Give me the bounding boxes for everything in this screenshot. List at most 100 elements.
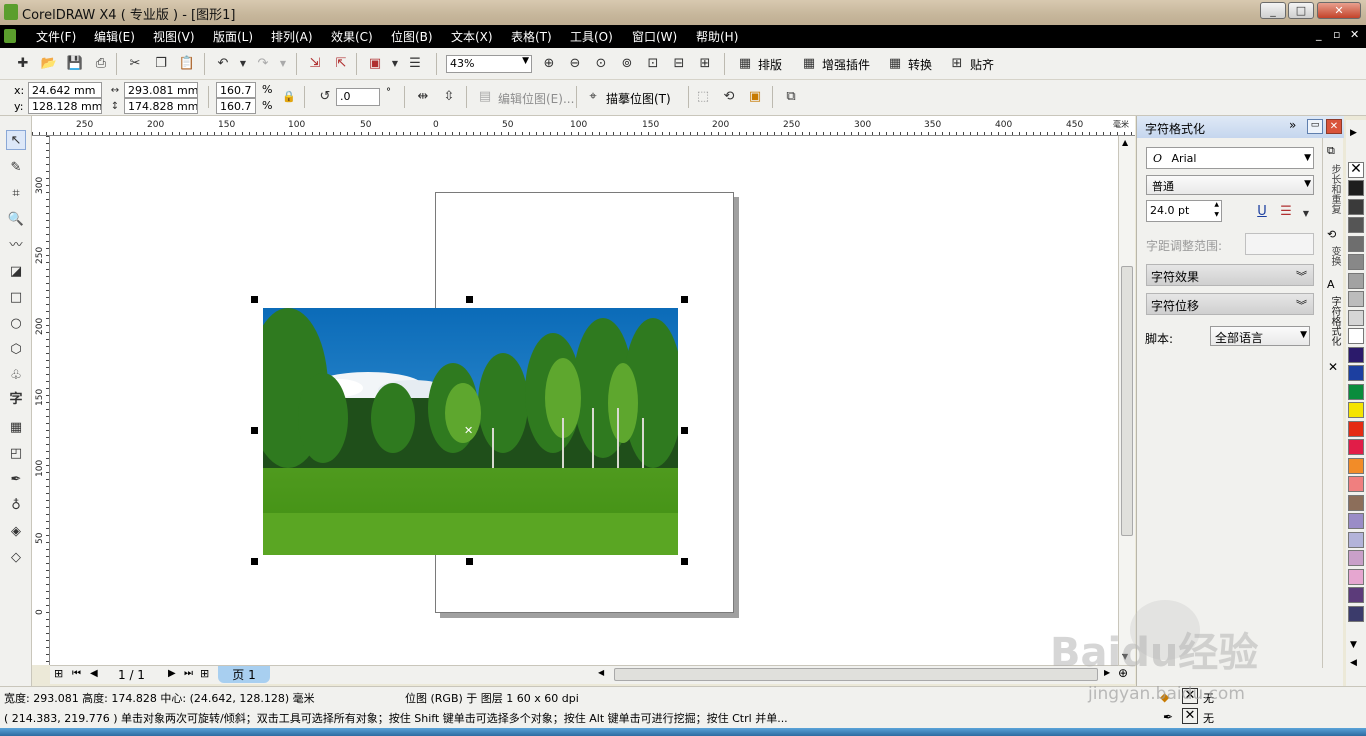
color-swatch[interactable] bbox=[1348, 550, 1364, 566]
rectangle-tool-icon[interactable]: □ bbox=[6, 288, 26, 308]
ellipse-tool-icon[interactable]: ○ bbox=[6, 314, 26, 334]
freehand-tool-icon[interactable]: 〰 bbox=[6, 236, 26, 256]
new-document-icon[interactable]: ✚ bbox=[14, 55, 32, 73]
color-swatch[interactable] bbox=[1348, 365, 1364, 381]
color-swatch[interactable] bbox=[1348, 180, 1364, 196]
color-swatch[interactable] bbox=[1348, 513, 1364, 529]
color-swatch[interactable] bbox=[1348, 328, 1364, 344]
copy-icon[interactable]: ❐ bbox=[152, 55, 170, 73]
first-page-icon[interactable]: ⏮ bbox=[72, 668, 81, 679]
tab-step-and-repeat[interactable]: 步长和重复 bbox=[1327, 164, 1342, 214]
redo-icon[interactable]: ↷ bbox=[254, 55, 272, 73]
menu-view[interactable]: 视图(V) bbox=[153, 28, 195, 45]
table-tool-icon[interactable]: ▦ bbox=[6, 418, 26, 438]
print-icon[interactable]: ⎙ bbox=[92, 55, 110, 73]
page-tab[interactable]: 页 1 bbox=[218, 666, 270, 683]
edit-bitmap-button[interactable]: 编辑位图(E)... bbox=[498, 90, 574, 107]
next-page-icon[interactable]: ▶ bbox=[168, 668, 176, 679]
mirror-vertical-icon[interactable]: ⇳ bbox=[440, 88, 458, 106]
rotation-angle-field[interactable]: .0 bbox=[336, 88, 380, 106]
shape-tool-icon[interactable]: ✎ bbox=[6, 158, 26, 178]
menu-help[interactable]: 帮助(H) bbox=[696, 28, 738, 45]
height-field[interactable]: 174.828 mm bbox=[124, 98, 198, 114]
color-swatch[interactable] bbox=[1348, 235, 1364, 252]
zoom-all-objects-icon[interactable]: ⊚ bbox=[618, 55, 636, 73]
color-swatch[interactable] bbox=[1348, 254, 1364, 270]
convert-button[interactable]: 转换 bbox=[908, 56, 932, 73]
color-swatch[interactable] bbox=[1348, 272, 1364, 289]
fill-tool-icon[interactable]: ◈ bbox=[6, 522, 26, 542]
palette-scroll-up-icon[interactable]: ▶ bbox=[1350, 128, 1357, 138]
zoom-page-icon[interactable]: ⊡ bbox=[644, 55, 662, 73]
add-page-before-icon[interactable]: ⊞ bbox=[54, 667, 63, 680]
selection-handle-bottom[interactable] bbox=[466, 558, 473, 565]
tab-character-formatting[interactable]: 字符格式化 bbox=[1327, 296, 1342, 346]
menu-file[interactable]: 文件(F) bbox=[36, 28, 76, 45]
y-position-field[interactable]: 128.128 mm bbox=[28, 98, 102, 114]
import-icon[interactable]: ⇲ bbox=[306, 55, 324, 73]
strikethrough-icon[interactable]: ☰ bbox=[1277, 203, 1295, 221]
spin-up-icon[interactable]: ▲ bbox=[1214, 201, 1219, 208]
color-swatch[interactable] bbox=[1348, 605, 1364, 622]
zoom-selected-icon[interactable]: ⊙ bbox=[592, 55, 610, 73]
font-style-combobox[interactable]: 普通 ▼ bbox=[1146, 175, 1314, 195]
scale-x-field[interactable]: 160.7 bbox=[216, 82, 256, 98]
maximize-button[interactable]: □ bbox=[1288, 2, 1314, 19]
menu-arrange[interactable]: 排列(A) bbox=[271, 28, 313, 45]
character-effects-panel[interactable]: 字符效果 ︾ bbox=[1146, 264, 1314, 286]
zoom-tool-icon[interactable]: 🔍 bbox=[6, 210, 26, 230]
selection-handle-top-right[interactable] bbox=[681, 296, 688, 303]
selection-handle-top[interactable] bbox=[466, 296, 473, 303]
color-swatch[interactable] bbox=[1348, 383, 1364, 400]
welcome-screen-icon[interactable]: ☰ bbox=[406, 55, 424, 73]
polygon-tool-icon[interactable]: ⬡ bbox=[6, 340, 26, 360]
menu-window[interactable]: 窗口(W) bbox=[632, 28, 677, 45]
text-tool-icon[interactable]: 字 bbox=[6, 390, 26, 410]
snap-button[interactable]: 贴齐 bbox=[970, 56, 994, 73]
scroll-left-icon[interactable]: ◀ bbox=[598, 668, 604, 677]
menu-tools[interactable]: 工具(O) bbox=[570, 28, 613, 45]
undo-icon[interactable]: ↶ bbox=[214, 55, 232, 73]
application-launcher-icon[interactable]: ▣ bbox=[366, 55, 384, 73]
menu-bitmaps[interactable]: 位图(B) bbox=[391, 28, 433, 45]
close-button[interactable]: ✕ bbox=[1317, 2, 1361, 19]
horizontal-scroll-thumb[interactable] bbox=[614, 668, 1098, 681]
close-tab-icon[interactable]: ✕ bbox=[1328, 360, 1338, 374]
no-color-swatch[interactable]: ✕ bbox=[1348, 162, 1364, 178]
palette-scroll-down-icon[interactable]: ▼ bbox=[1350, 640, 1357, 650]
selection-handle-left[interactable] bbox=[251, 427, 258, 434]
spin-down-icon[interactable]: ▼ bbox=[1214, 211, 1219, 218]
crop-tool-icon[interactable]: ⌗ bbox=[6, 184, 26, 204]
menu-edit[interactable]: 编辑(E) bbox=[94, 28, 135, 45]
last-page-icon[interactable]: ⏭ bbox=[184, 668, 193, 679]
script-combobox[interactable]: 全部语言 ▼ bbox=[1210, 326, 1310, 346]
vertical-ruler[interactable]: 300 250 200 150 100 50 0 bbox=[32, 136, 50, 665]
font-name-combobox[interactable]: O Arial ▼ bbox=[1146, 147, 1314, 169]
selection-handle-bottom-left[interactable] bbox=[251, 558, 258, 565]
crop-bitmap-icon[interactable]: ⬚ bbox=[694, 88, 712, 106]
menu-effects[interactable]: 效果(C) bbox=[331, 28, 373, 45]
selection-handle-right[interactable] bbox=[681, 427, 688, 434]
zoom-page-height-icon[interactable]: ⊞ bbox=[696, 55, 714, 73]
horizontal-ruler[interactable]: 250 200 150 100 50 0 50 100 150 200 250 … bbox=[32, 116, 1135, 136]
eyedropper-tool-icon[interactable]: ✒ bbox=[6, 470, 26, 490]
color-swatch[interactable] bbox=[1348, 309, 1364, 326]
pick-tool-icon[interactable]: ↖ bbox=[6, 130, 26, 150]
redo-dropdown-icon[interactable]: ▼ bbox=[274, 55, 292, 73]
undo-dropdown-icon[interactable]: ▼ bbox=[234, 55, 252, 73]
zoom-combobox[interactable]: 43% ▼ bbox=[446, 55, 532, 73]
layout-button[interactable]: 排版 bbox=[758, 56, 782, 73]
color-swatch[interactable] bbox=[1348, 494, 1364, 511]
scale-y-field[interactable]: 160.7 bbox=[216, 98, 256, 114]
lock-ratio-icon[interactable]: 🔒 bbox=[280, 88, 298, 106]
font-size-field[interactable]: 24.0 pt ▲ ▼ bbox=[1146, 200, 1222, 222]
basic-shapes-tool-icon[interactable]: ♧ bbox=[6, 366, 26, 386]
outline-none-swatch[interactable]: ✕ bbox=[1182, 708, 1198, 724]
zoom-out-icon[interactable]: ⊖ bbox=[566, 55, 584, 73]
color-swatch[interactable] bbox=[1348, 457, 1364, 474]
selection-handle-top-left[interactable] bbox=[251, 296, 258, 303]
color-swatch[interactable] bbox=[1348, 568, 1364, 585]
zoom-page-width-icon[interactable]: ⊟ bbox=[670, 55, 688, 73]
color-swatch[interactable] bbox=[1348, 587, 1364, 603]
color-swatch[interactable] bbox=[1348, 198, 1364, 215]
